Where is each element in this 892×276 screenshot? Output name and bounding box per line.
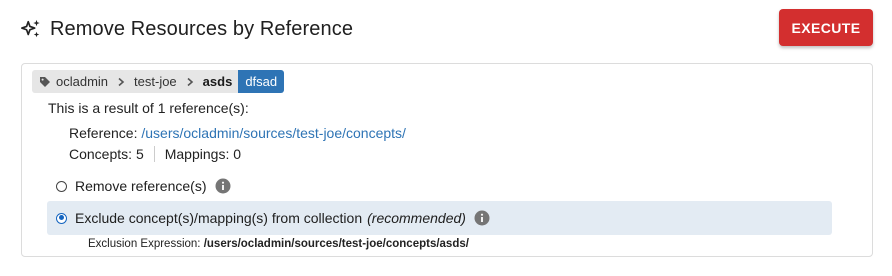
result-summary: This is a result of 1 reference(s): bbox=[48, 100, 249, 116]
execute-button[interactable]: EXECUTE bbox=[779, 9, 873, 46]
exclusion-label: Exclusion Expression: bbox=[88, 238, 201, 250]
remove-reference-radio[interactable] bbox=[56, 180, 67, 192]
version-badge[interactable]: dfsad bbox=[238, 70, 285, 93]
remove-reference-option[interactable]: Remove reference(s) bbox=[56, 176, 231, 196]
mappings-count: 0 bbox=[233, 146, 242, 162]
exclude-option[interactable]: Exclude concept(s)/mapping(s) from colle… bbox=[47, 201, 832, 235]
breadcrumb-collection[interactable]: asds bbox=[203, 74, 233, 89]
page-header: Remove Resources by Reference bbox=[20, 14, 353, 44]
remove-reference-label[interactable]: Remove reference(s) bbox=[75, 178, 207, 194]
reference-card: ocladmin test-joe asds dfsad This is a r… bbox=[21, 63, 873, 257]
exclude-label[interactable]: Exclude concept(s)/mapping(s) from colle… bbox=[75, 210, 362, 226]
breadcrumb: ocladmin test-joe asds dfsad bbox=[32, 70, 285, 93]
info-icon[interactable] bbox=[215, 178, 231, 194]
concepts-label: Concepts: bbox=[69, 146, 133, 162]
reference-line: Reference: /users/ocladmin/sources/test-… bbox=[69, 125, 406, 141]
exclusion-value: /users/ocladmin/sources/test-joe/concept… bbox=[203, 238, 469, 250]
breadcrumb-path: ocladmin test-joe asds bbox=[32, 70, 239, 93]
page-title: Remove Resources by Reference bbox=[50, 17, 354, 40]
mappings-label: Mappings: bbox=[164, 146, 230, 162]
breadcrumb-owner[interactable]: ocladmin bbox=[56, 74, 108, 89]
divider bbox=[153, 146, 155, 162]
sparkle-icon bbox=[21, 19, 40, 38]
reference-label: Reference: bbox=[69, 125, 138, 141]
exclusion-expression: Exclusion Expression: /users/ocladmin/so… bbox=[88, 238, 469, 250]
tag-icon bbox=[40, 76, 50, 87]
info-icon[interactable] bbox=[474, 210, 490, 226]
breadcrumb-source[interactable]: test-joe bbox=[134, 74, 177, 89]
recommended-label: (recommended) bbox=[367, 210, 466, 226]
chevron-right-icon bbox=[118, 77, 125, 86]
counts: Concepts: 5 Mappings: 0 bbox=[69, 146, 241, 162]
reference-link[interactable]: /users/ocladmin/sources/test-joe/concept… bbox=[141, 125, 406, 141]
concepts-count: 5 bbox=[135, 146, 144, 162]
chevron-right-icon bbox=[187, 77, 193, 86]
exclude-radio[interactable] bbox=[56, 212, 67, 224]
